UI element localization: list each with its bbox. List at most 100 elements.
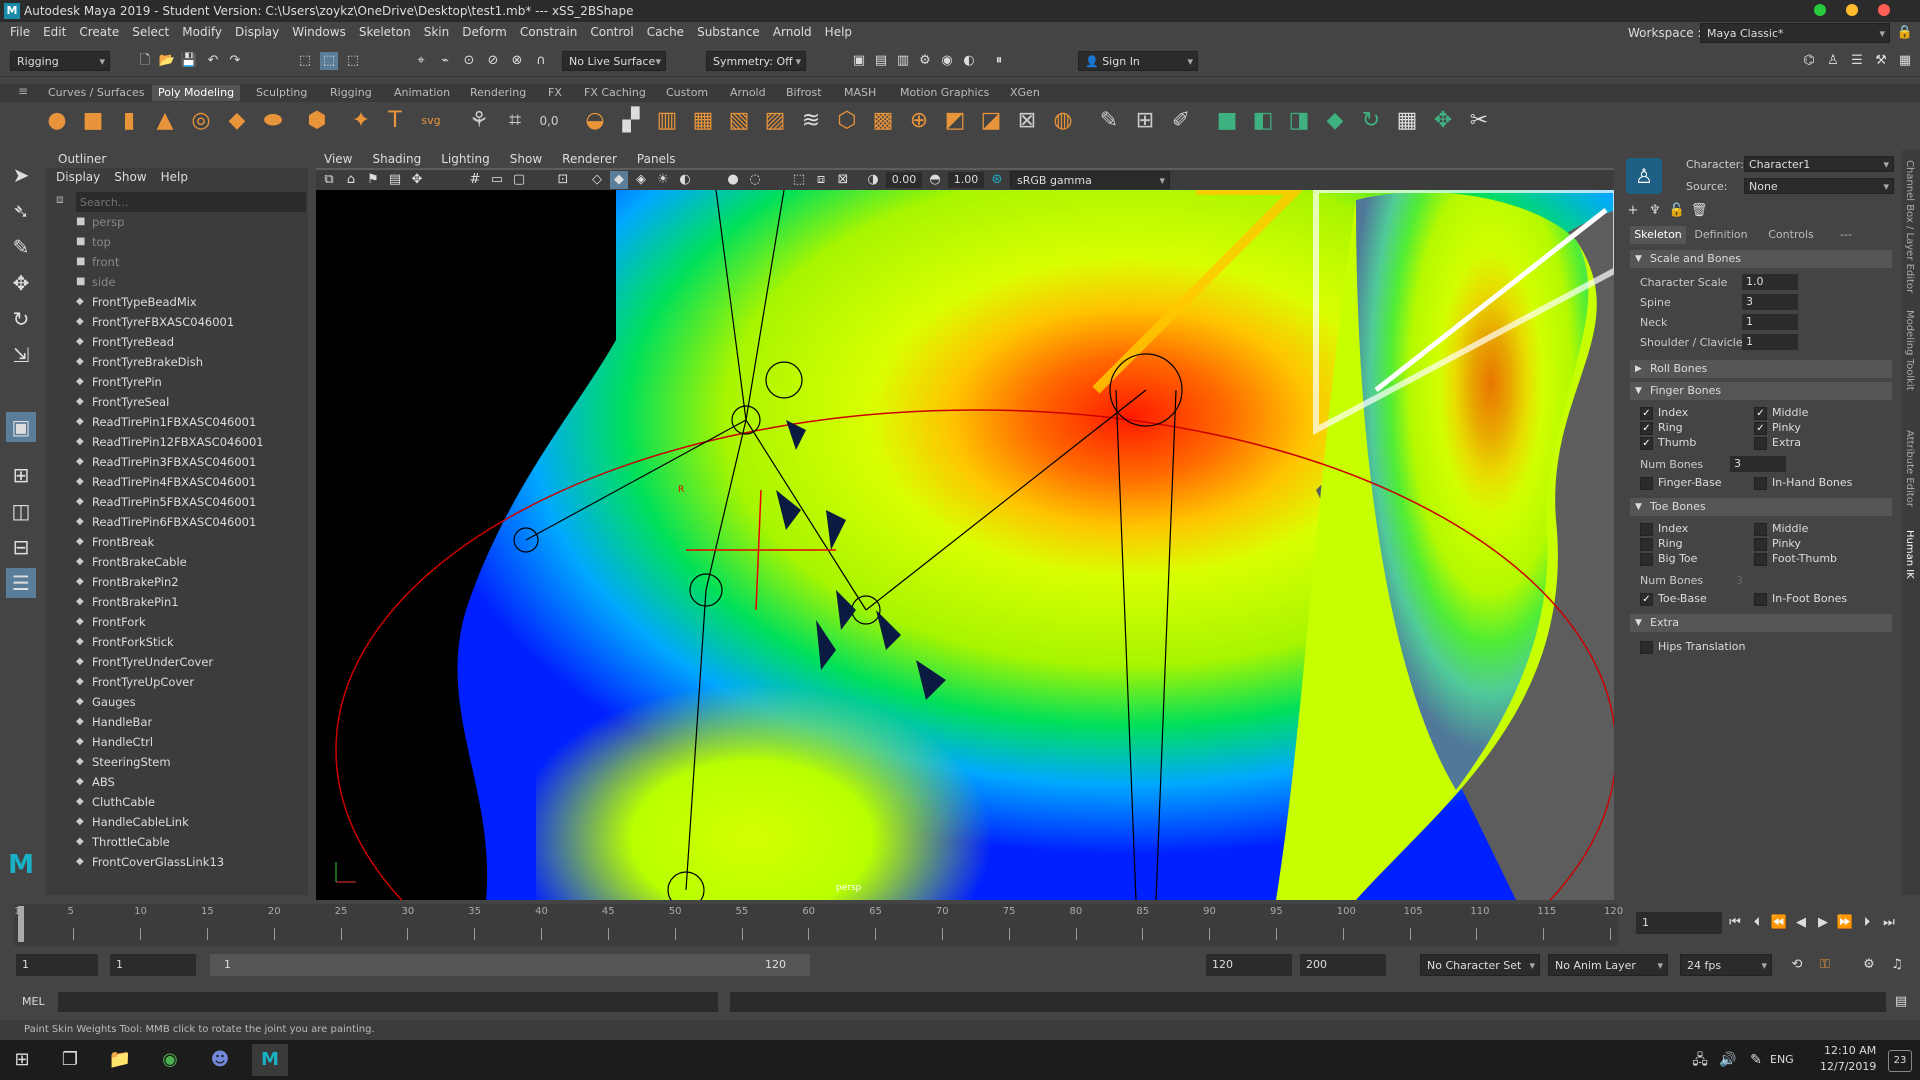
anim-layer-dropdown[interactable]: No Anim Layer [1548, 954, 1668, 977]
type-tool-icon[interactable]: T [380, 106, 410, 136]
time-slider[interactable]: 1510152025303540455055606570758085909510… [14, 904, 1623, 946]
camera-select-icon[interactable]: ⧉ [320, 171, 338, 189]
outliner-item[interactable]: ◆ HandleCtrl [54, 732, 298, 752]
save-scene-icon[interactable]: 💾 [180, 52, 198, 70]
sound-icon[interactable]: ♫ [1888, 956, 1906, 974]
outliner-search-input[interactable] [76, 192, 306, 212]
two-d-pan-icon[interactable]: ✥ [408, 171, 426, 189]
select-component-icon[interactable]: ⬚ [344, 52, 362, 70]
outliner-item[interactable]: ◆ FrontTyrePin [54, 372, 298, 392]
chrome-icon[interactable]: ◉ [152, 1044, 188, 1076]
exposure-field[interactable]: 0.00 [886, 172, 922, 188]
clock-time[interactable]: 12:10 AM [1824, 1044, 1876, 1057]
character-dropdown[interactable]: Character1 [1744, 156, 1894, 173]
roll-bones-section[interactable]: Roll Bones [1630, 360, 1892, 378]
bookmark-icon[interactable]: ⚑ [364, 171, 382, 189]
lasso-tool-icon[interactable]: ➴ [6, 196, 36, 226]
edge-loop-icon[interactable]: ⊞ [1130, 106, 1160, 136]
tab-curves-surfaces[interactable]: Curves / Surfaces [42, 85, 151, 101]
spine-field[interactable]: 3 [1742, 294, 1798, 310]
menu-file[interactable]: File [10, 25, 39, 39]
bridge-icon[interactable]: ≋ [796, 106, 826, 136]
discord-icon[interactable]: ☻ [202, 1044, 238, 1076]
bevel-icon[interactable]: ⬡ [832, 106, 862, 136]
maximize-button[interactable] [1846, 4, 1858, 16]
skeleton-icon[interactable]: ♆ [1646, 202, 1664, 220]
scale-tool-icon[interactable]: ⇲ [6, 340, 36, 370]
unfold-icon[interactable]: ✥ [1428, 106, 1458, 136]
film-gate-icon[interactable]: ▭ [488, 171, 506, 189]
render-frame-icon[interactable]: ▣ [850, 52, 868, 70]
anim-prefs-icon[interactable]: ⚙ [1860, 956, 1878, 974]
snap-surface-icon[interactable]: ⊗ [508, 52, 526, 70]
modeling-toolkit-icon[interactable]: ⌬ [1800, 52, 1818, 70]
quad-draw-icon[interactable]: ✐ [1166, 106, 1196, 136]
anim-end-field[interactable]: 120 [1206, 954, 1292, 976]
toe-base-checkbox[interactable]: ✓ Toe-Base [1640, 592, 1707, 606]
step-back-frame-icon[interactable]: ⏴ [1748, 914, 1766, 932]
outliner-item[interactable]: ■ side [54, 272, 298, 292]
extrude-icon[interactable]: ▨ [760, 106, 790, 136]
clock-date[interactable]: 12/7/2019 [1820, 1060, 1876, 1073]
move-tool-icon[interactable]: ✥ [6, 268, 36, 298]
task-view-icon[interactable]: ❐ [52, 1044, 88, 1076]
tab-more[interactable]: --- [1826, 226, 1866, 244]
checkbox[interactable]: Middle [1754, 522, 1808, 536]
sculpt-tool-icon[interactable]: ⚘ [464, 106, 494, 136]
language-indicator[interactable]: ENG [1770, 1053, 1794, 1066]
close-button[interactable] [1878, 4, 1890, 16]
tool-settings-icon[interactable]: ⚒ [1872, 52, 1890, 70]
snap-view-icon[interactable]: ⊘ [484, 52, 502, 70]
ambient-occlusion-icon[interactable]: ● [724, 171, 742, 189]
svg-tool-icon[interactable]: svg [416, 106, 446, 136]
anim-start-field[interactable]: 1 [110, 954, 196, 976]
menu-constrain[interactable]: Constrain [520, 25, 587, 39]
wireframe-icon[interactable]: ◇ [588, 171, 606, 189]
outliner-item[interactable]: ◆ ReadTirePin12FBXASC046001 [54, 432, 298, 452]
triangulate-icon[interactable]: ▧ [724, 106, 754, 136]
file-explorer-icon[interactable]: 📁 [102, 1044, 138, 1076]
checkbox[interactable]: Foot-Thumb [1754, 552, 1837, 566]
menu-help[interactable]: Help [825, 25, 861, 39]
viewport-menu-renderer[interactable]: Renderer [562, 150, 617, 168]
colorspace-dropdown[interactable]: sRGB gamma [1010, 171, 1170, 190]
combine-icon[interactable]: ◒ [580, 106, 610, 136]
range-slider[interactable]: 1 120 [210, 954, 810, 976]
tab-arnold[interactable]: Arnold [724, 85, 772, 101]
outliner-item[interactable]: ◆ HandleCableLink [54, 812, 298, 832]
poly-disc-icon[interactable]: ⬬ [258, 106, 288, 136]
lock-definition-icon[interactable]: 🔓 [1668, 202, 1686, 220]
shelf-menu-icon[interactable]: ≡ [18, 84, 28, 98]
outliner-item[interactable]: ◆ FrontCoverGlassLink13 [54, 852, 298, 872]
viewport-menu-view[interactable]: View [324, 150, 352, 168]
tab-xgen[interactable]: XGen [1004, 85, 1046, 101]
extract-icon[interactable]: ▥ [652, 106, 682, 136]
tab-mash[interactable]: MASH [838, 85, 882, 101]
menu-create[interactable]: Create [79, 25, 128, 39]
shadows-icon[interactable]: ◐ [676, 171, 694, 189]
single-pane-layout-icon[interactable]: ▣ [6, 412, 36, 442]
outliner-item[interactable]: ◆ ReadTirePin6FBXASC046001 [54, 512, 298, 532]
menu-cache[interactable]: Cache [647, 25, 693, 39]
tab-sculpting[interactable]: Sculpting [250, 85, 313, 101]
smooth-shade-icon[interactable]: ◆ [610, 171, 628, 189]
outliner-item[interactable]: ◆ FrontBrakePin2 [54, 572, 298, 592]
fps-dropdown[interactable]: 24 fps [1680, 954, 1772, 977]
go-to-end-icon[interactable]: ⏭ [1880, 914, 1898, 932]
workspace-dropdown[interactable]: Maya Classic* [1700, 23, 1890, 44]
lock-icon[interactable]: 🔒 [1896, 24, 1914, 42]
outliner-item[interactable]: ◆ FrontFork [54, 612, 298, 632]
paint-select-icon[interactable]: ✎ [6, 232, 36, 262]
transfer-attributes-icon[interactable]: ■ [1212, 106, 1242, 136]
cut-uv-icon[interactable]: ✂ [1464, 106, 1494, 136]
symmetry-dropdown[interactable]: Symmetry: Off [706, 51, 806, 72]
outliner-menu-help[interactable]: Help [161, 170, 188, 184]
outliner-item[interactable]: ◆ FrontBrakePin1 [54, 592, 298, 612]
fill-hole-icon[interactable]: ⊕ [904, 106, 934, 136]
uv-tool-icon[interactable]: ⌗ [500, 106, 530, 136]
checkbox[interactable]: ✓ Pinky [1754, 421, 1801, 435]
in-hand-checkbox[interactable]: In-Hand Bones [1754, 476, 1852, 490]
hips-translation-checkbox[interactable]: Hips Translation [1640, 640, 1745, 654]
tab-human-ik[interactable]: Human IK [1904, 530, 1915, 579]
outliner-menu-show[interactable]: Show [114, 170, 146, 184]
